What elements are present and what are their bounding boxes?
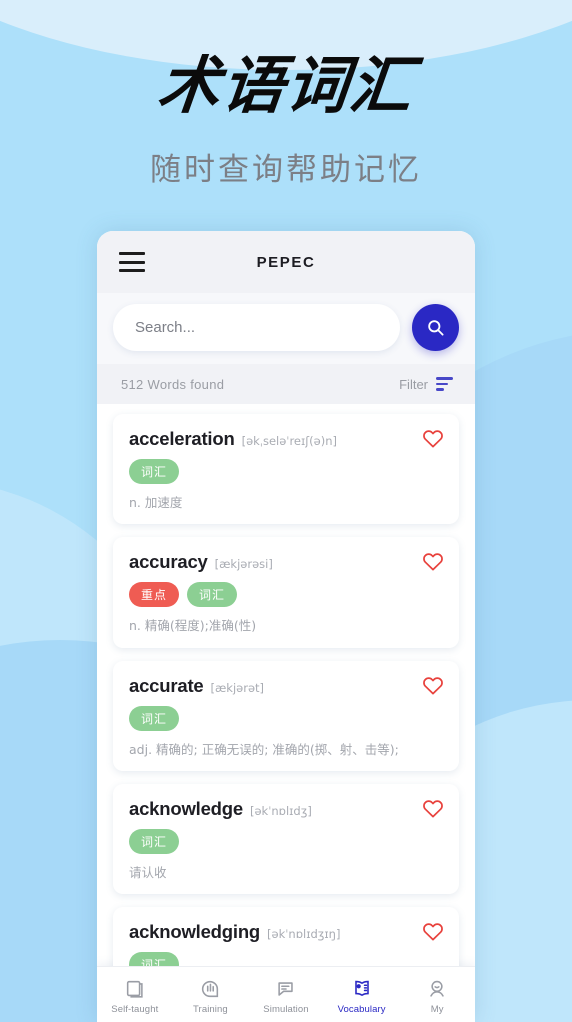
word-definition: n. 加速度 — [129, 495, 183, 510]
nav-item-my[interactable]: My — [399, 975, 475, 1015]
word-phonetic: [əkˈnɒlɪdʒ] — [249, 803, 312, 818]
hero-banner: 术语词汇 随时查询帮助记忆 — [0, 0, 572, 189]
search-icon — [428, 320, 444, 336]
open-book-icon — [350, 977, 374, 1001]
nav-item-training[interactable]: Training — [173, 975, 249, 1015]
filter-button[interactable]: Filter — [399, 377, 453, 392]
filter-lines-icon — [436, 377, 453, 391]
app-bar: PEPEC — [97, 231, 475, 293]
page-title: PEPEC — [256, 253, 316, 271]
word-tag-list: 词汇 — [129, 952, 443, 966]
hero-subtitle: 随时查询帮助记忆 — [150, 152, 422, 188]
word-definition: n. 精确(程度);准确(性) — [129, 618, 257, 634]
results-count: 512 Words found — [121, 376, 225, 392]
word-card[interactable]: acknowledge [əkˈnɒlɪdʒ] 词汇 请认收 — [113, 783, 459, 894]
word-phonetic: [ækjərəsi] — [214, 557, 273, 572]
favorite-heart-icon[interactable] — [422, 428, 444, 450]
user-face-icon — [426, 977, 448, 1001]
favorite-heart-icon[interactable] — [422, 798, 444, 820]
word-tag[interactable]: 词汇 — [187, 582, 238, 608]
search-bar — [97, 293, 475, 364]
word-phonetic: [əkˈnɒlɪdʒɪŋ] — [267, 927, 341, 941]
word-card-header: acknowledge [əkˈnɒlɪdʒ] — [129, 798, 443, 820]
word-tag[interactable]: 词汇 — [129, 459, 180, 484]
word-tag-list: 词汇 — [129, 459, 443, 484]
word-term: accurate — [129, 674, 204, 696]
word-tag-list: 词汇 — [129, 705, 443, 731]
word-tag[interactable]: 词汇 — [129, 828, 180, 854]
word-term: acknowledge — [129, 797, 243, 819]
word-card[interactable]: acknowledging [əkˈnɒlɪdʒɪŋ] 词汇 — [113, 907, 459, 966]
word-definition: 请认收 — [129, 864, 167, 880]
word-tag-list: 重点 词汇 — [129, 582, 443, 608]
word-list[interactable]: acceleration [əkˌseləˈreɪʃ(ə)n] 词汇 n. 加速… — [97, 404, 475, 966]
word-card-header: accuracy [ækjərəsi] — [129, 551, 443, 573]
favorite-heart-icon[interactable] — [422, 675, 444, 697]
word-card-header: acknowledging [əkˈnɒlɪdʒɪŋ] — [129, 921, 443, 943]
hamburger-menu-icon[interactable] — [119, 252, 145, 272]
favorite-heart-icon[interactable] — [422, 921, 444, 943]
nav-item-label: Simulation — [263, 1003, 309, 1015]
word-term: accuracy — [129, 551, 208, 573]
word-tag[interactable]: 词汇 — [129, 952, 180, 966]
filter-label: Filter — [399, 376, 428, 392]
nav-item-label: Training — [193, 1003, 228, 1015]
word-phonetic: [əkˌseləˈreɪʃ(ə)n] — [241, 434, 337, 448]
word-card[interactable]: acceleration [əkˌseləˈreɪʃ(ə)n] 词汇 n. 加速… — [113, 414, 459, 525]
nav-item-label: My — [430, 1003, 444, 1015]
nav-item-simulation[interactable]: Simulation — [248, 975, 324, 1015]
word-definition: adj. 精确的; 正确无误的; 准确的(掷、射、击等); — [129, 741, 399, 757]
phone-mockup: PEPEC 512 Words found Filter acceleratio… — [97, 231, 475, 1022]
word-phonetic: [ækjərət] — [210, 680, 265, 695]
nav-item-label: Vocabulary — [337, 1003, 386, 1015]
word-card[interactable]: accurate [ækjərət] 词汇 adj. 精确的; 正确无误的; 准… — [113, 660, 459, 771]
word-term: acknowledging — [129, 921, 261, 942]
word-card[interactable]: accuracy [ækjərəsi] 重点 词汇 n. 精确(程度);准确(性) — [113, 537, 459, 648]
book-closed-icon — [124, 977, 146, 1001]
bottom-navigation: Self-taught Training Simulation Vocabula… — [97, 966, 475, 1022]
hero-title: 术语词汇 — [154, 49, 418, 122]
word-term: acceleration — [129, 428, 235, 449]
search-input[interactable] — [113, 304, 400, 351]
word-card-header: acceleration [əkˌseləˈreɪʃ(ə)n] — [129, 428, 443, 450]
word-tag[interactable]: 词汇 — [129, 705, 180, 731]
nav-item-label: Self-taught — [111, 1003, 159, 1015]
results-bar: 512 Words found Filter — [97, 364, 475, 404]
word-tag[interactable]: 重点 — [129, 582, 180, 608]
search-button[interactable] — [412, 304, 459, 351]
chart-circle-icon — [199, 977, 221, 1001]
favorite-heart-icon[interactable] — [422, 551, 444, 573]
nav-item-self-taught[interactable]: Self-taught — [97, 975, 173, 1015]
document-search-icon — [275, 977, 297, 1001]
nav-item-vocabulary[interactable]: Vocabulary — [324, 975, 400, 1015]
word-tag-list: 词汇 — [129, 828, 443, 854]
word-card-header: accurate [ækjərət] — [129, 675, 443, 697]
